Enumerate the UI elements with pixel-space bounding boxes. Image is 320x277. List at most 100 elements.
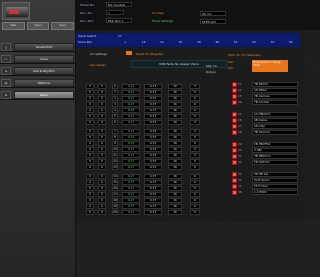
table-cell[interactable]: 0 [190,204,200,209]
table-cell[interactable]: 0-73 [144,120,162,125]
table-cell[interactable]: 0 [86,129,94,134]
voice-name[interactable]: 4B-Cabas [252,118,298,123]
table-cell[interactable]: 16 [168,174,182,179]
device-port-field[interactable]: ESK Port 1 [106,18,132,23]
table-cell[interactable]: 17 [112,192,118,197]
table-cell[interactable]: 0-73 [144,192,162,197]
voice-name[interactable]: 7B-Conbell [252,100,298,105]
table-cell[interactable]: 0-73 [144,96,162,101]
table-cell[interactable]: 16 [168,90,182,95]
voice-list-item[interactable]: 32 5E-OGTmkl [222,160,300,166]
table-cell[interactable]: 0 [190,186,200,191]
table-cell[interactable]: 0-17 [122,96,140,101]
voice-name[interactable]: 4D-R8Ga [252,88,298,93]
table-cell[interactable]: 0 [190,198,200,203]
table-cell[interactable]: 16 [168,198,182,203]
table-cell[interactable]: 0-73 [144,198,162,203]
voice-name[interactable]: 3B-Camera [252,94,298,99]
device-thumbnail[interactable] [2,2,30,20]
table-cell[interactable]: 0-73 [144,84,162,89]
voice-name[interactable]: 3B-HBLCkm [252,154,298,159]
table-cell[interactable]: 0 [86,153,94,158]
table-cell[interactable]: 2 [112,96,118,101]
table-cell[interactable]: 0 [190,153,200,158]
sidebar-item-voice[interactable]: ▭ Voice [0,54,76,64]
table-cell[interactable]: 16 [168,114,182,119]
voice-name[interactable]: 5F-H Cbal [252,184,298,189]
table-cell[interactable]: 8 [112,135,118,140]
voice-name[interactable]: 3-HBi [252,148,298,153]
table-cell[interactable]: 0 [190,192,200,197]
table-cell[interactable]: 0 [86,186,94,191]
table-cell[interactable]: 0 [86,198,94,203]
table-cell[interactable]: 16 [168,129,182,134]
open-button[interactable]: Open [26,22,50,30]
table-cell[interactable]: 6 [112,120,118,125]
table-cell[interactable]: 0-17 [122,186,140,191]
save-button[interactable]: Save [51,22,75,30]
table-cell[interactable]: 0 [190,120,200,125]
table-cell[interactable]: 0 [190,84,200,89]
table-cell[interactable]: 0 [190,129,200,134]
voice-name[interactable]: 5A-B Sparo [252,178,298,183]
table-cell[interactable]: 0 [98,96,106,101]
table-cell[interactable]: 20 [112,210,118,215]
table-cell[interactable]: 16 [168,96,182,101]
table-cell[interactable]: 0 [190,159,200,164]
voice-list-item[interactable]: 24 7B-Conbell [222,100,300,106]
multi-reset-button[interactable]: Multi Reset for Assign Voice [252,60,288,72]
table-cell[interactable]: 0 [98,210,106,215]
table-cell[interactable]: 16 [168,186,182,191]
table-cell[interactable]: 0 [86,180,94,185]
table-cell[interactable]: 0 [190,102,200,107]
table-cell[interactable]: 16 [168,210,182,215]
table-cell[interactable]: 0-73 [144,165,162,170]
table-cell[interactable]: 0-13 [122,141,140,146]
table-cell[interactable]: 0-17 [122,165,140,170]
step-field[interactable]: STEP VAT [200,19,226,24]
table-cell[interactable]: 0-17 [122,180,140,185]
table-cell[interactable]: 0-73 [144,159,162,164]
table-cell[interactable]: 0-17 [122,159,140,164]
table-cell[interactable]: 16 [168,108,182,113]
table-cell[interactable]: 0 [98,129,106,134]
table-cell[interactable]: 0 [86,114,94,119]
table-cell[interactable]: 0 [98,108,106,113]
table-cell[interactable]: 0 [98,141,106,146]
table-cell[interactable]: 0-11 [122,114,140,119]
table-cell[interactable]: 0 [112,84,118,89]
table-cell[interactable]: 0-73 [144,90,162,95]
table-cell[interactable]: 13 [112,165,118,170]
table-cell[interactable]: 0 [190,90,200,95]
sidebar-item-patterns[interactable]: ▤ Patterns [0,78,76,88]
voice-name[interactable]: 3B-F8(UV) [252,82,298,87]
sidebar-item-global-edit[interactable]: ◻ Global Edit [0,42,76,52]
table-cell[interactable]: 0-73 [144,153,162,158]
table-cell[interactable]: 10 [112,147,118,152]
table-cell[interactable]: 16 [168,84,182,89]
table-cell[interactable]: 0 [86,204,94,209]
table-cell[interactable]: 18 [112,198,118,203]
table-cell[interactable]: 0 [86,135,94,140]
cc-field[interactable]: (R) CC [200,11,226,16]
table-cell[interactable]: 16 [112,186,118,191]
table-cell[interactable]: 16 [168,192,182,197]
table-cell[interactable]: 0-17 [122,153,140,158]
table-cell[interactable]: 0-12 [122,135,140,140]
table-cell[interactable]: 0 [86,165,94,170]
table-cell[interactable]: 0 [98,84,106,89]
table-cell[interactable]: 0 [86,102,94,107]
voice-name[interactable]: 2B-HBUFSO [252,142,298,147]
table-cell[interactable]: 0-73 [144,174,162,179]
table-cell[interactable]: 0 [98,153,106,158]
table-cell[interactable]: 0-17 [122,210,140,215]
table-cell[interactable]: 0 [98,186,106,191]
table-cell[interactable]: 0 [190,141,200,146]
voice-name[interactable]: 2A-HBLCkm [252,112,298,117]
voice-list-item[interactable]: 28 3B-Camera [222,130,300,136]
table-cell[interactable]: 0 [86,210,94,215]
table-cell[interactable]: 0 [98,120,106,125]
table-cell[interactable]: 16 [168,165,182,170]
table-cell[interactable]: 11 [112,153,118,158]
table-cell[interactable]: 16 [168,153,182,158]
